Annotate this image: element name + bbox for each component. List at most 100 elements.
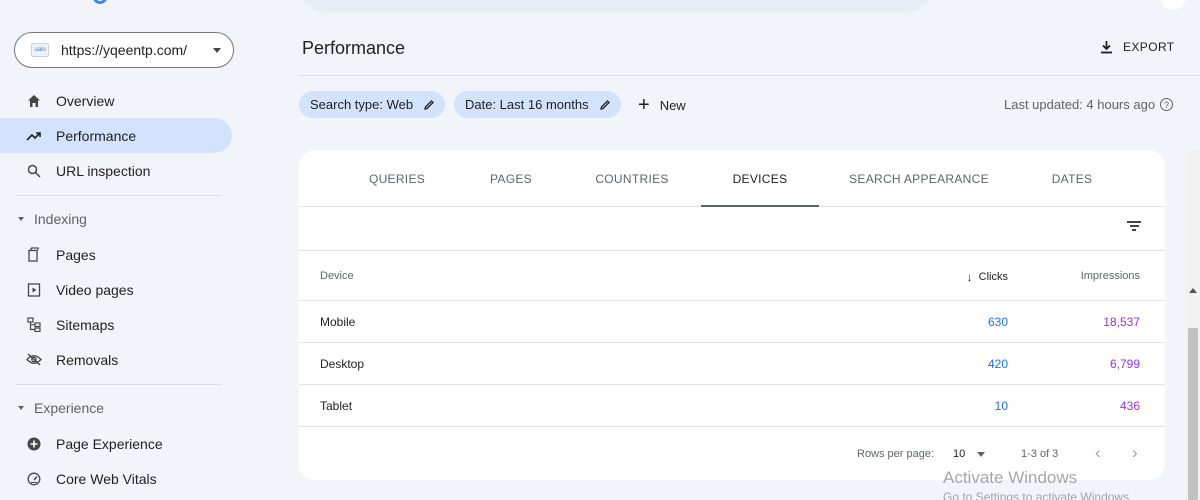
column-device[interactable]: Device (320, 270, 354, 282)
table-row[interactable]: Desktop 420 6,799 (299, 343, 1165, 385)
column-clicks[interactable]: ↓ Clicks (967, 270, 1008, 284)
tab-pages[interactable]: PAGES (451, 150, 571, 207)
dropdown-arrow-icon (977, 451, 986, 457)
sitemap-icon (26, 317, 42, 333)
clicks-cell: 10 (994, 399, 1008, 413)
column-impressions[interactable]: Impressions (1081, 270, 1140, 282)
tab-search-appearance[interactable]: SEARCH APPEARANCE (839, 150, 999, 207)
sort-descending-icon: ↓ (966, 270, 973, 284)
download-icon (1100, 40, 1113, 54)
edit-icon (423, 99, 435, 111)
sidebar-divider (16, 384, 222, 385)
sidebar-item-label: Pages (56, 246, 96, 263)
sidebar-item-sitemaps[interactable]: Sitemaps (0, 307, 232, 342)
windows-activation-watermark: Activate Windows Go to Settings to activ… (943, 468, 1132, 500)
sidebar-item-label: URL inspection (56, 162, 151, 179)
rows-per-page-value: 10 (953, 448, 966, 460)
date-filter-chip[interactable]: Date: Last 16 months (454, 91, 621, 118)
rows-per-page-label: Rows per page: (857, 448, 935, 460)
chip-label: Search type: Web (310, 97, 414, 112)
sidebar-item-page-experience[interactable]: Page Experience (0, 426, 232, 461)
section-label: Indexing (34, 211, 87, 227)
chip-label: Date: Last 16 months (465, 97, 589, 112)
edit-icon (599, 99, 611, 111)
next-page-icon[interactable]: › (1132, 443, 1138, 463)
tab-queries[interactable]: QUERIES (327, 150, 467, 207)
help-icon[interactable]: ? (1160, 98, 1174, 111)
visibility-off-icon (26, 352, 42, 368)
collapse-arrow-icon (18, 217, 24, 221)
page-title: Performance (302, 38, 406, 58)
page-range: 1-3 of 3 (1021, 448, 1059, 460)
watermark-subtitle: Go to Settings to activate Windows. (943, 490, 1133, 500)
rows-per-page-select[interactable]: 10 (953, 448, 986, 460)
pagination: Rows per page: 10 1-3 of 3 ‹ › (299, 438, 1165, 468)
page-scrollbar[interactable] (1186, 150, 1200, 500)
collapse-arrow-icon (18, 406, 24, 410)
sidebar-item-pages[interactable]: Pages (0, 237, 232, 272)
column-label: Clicks (978, 271, 1008, 283)
sidebar-item-label: Performance (56, 127, 137, 144)
impressions-cell: 18,537 (1103, 315, 1140, 329)
sidebar-item-removals[interactable]: Removals (0, 342, 232, 377)
scroll-up-icon[interactable] (1189, 288, 1197, 293)
table-row[interactable]: Mobile 630 18,537 (299, 301, 1165, 343)
last-updated-status: Last updated: 4 hours ago ? (1004, 97, 1174, 112)
sidebar-item-label: Core Web Vitals (56, 470, 157, 487)
account-avatar[interactable] (1160, 0, 1186, 10)
watermark-title: Activate Windows (943, 468, 1078, 487)
new-label: New (659, 97, 686, 113)
sidebar-item-label: Video pages (56, 281, 134, 298)
tab-devices[interactable]: DEVICES (701, 150, 819, 207)
property-favicon: ualo (31, 43, 49, 57)
report-card: QUERIES PAGES COUNTRIES DEVICES SEARCH A… (299, 150, 1165, 480)
sidebar-item-label: Page Experience (56, 435, 163, 452)
filter-list-icon[interactable] (1127, 219, 1141, 231)
dimension-tabs: QUERIES PAGES COUNTRIES DEVICES SEARCH A… (299, 150, 1165, 207)
sidebar-item-url-inspection[interactable]: URL inspection (0, 153, 232, 188)
header-divider (298, 75, 1200, 76)
tab-dates[interactable]: DATES (1012, 150, 1132, 207)
device-cell: Tablet (320, 399, 353, 413)
tab-countries[interactable]: COUNTRIES (572, 150, 692, 207)
table-row[interactable]: Tablet 10 436 (299, 385, 1165, 427)
home-icon (26, 93, 42, 109)
sidebar-item-label: Removals (56, 351, 119, 368)
search-type-filter-chip[interactable]: Search type: Web (299, 91, 446, 118)
sidebar-item-performance[interactable]: Performance (0, 118, 232, 153)
sidebar-item-core-web-vitals[interactable]: Core Web Vitals (0, 461, 232, 496)
plus-icon: + (638, 94, 650, 116)
page-experience-icon (26, 436, 42, 452)
video-page-icon (26, 282, 42, 298)
export-label: EXPORT (1123, 40, 1175, 54)
sidebar-item-label: Sitemaps (56, 316, 115, 333)
section-label: Experience (34, 400, 105, 416)
new-filter-button[interactable]: + New (638, 95, 686, 115)
impressions-cell: 436 (1119, 399, 1140, 413)
export-button[interactable]: EXPORT (1100, 40, 1175, 54)
property-url: https://yqeentp.com/ (61, 42, 188, 58)
sidebar-item-label: Overview (56, 92, 115, 109)
sidebar-divider (16, 195, 222, 196)
clicks-cell: 630 (987, 315, 1008, 329)
impressions-cell: 6,799 (1109, 357, 1140, 371)
section-experience[interactable]: Experience (18, 400, 104, 416)
search-bar[interactable] (298, 0, 934, 12)
trending-up-icon (26, 128, 42, 144)
search-icon (26, 163, 42, 179)
device-cell: Desktop (320, 357, 365, 371)
clicks-cell: 420 (987, 357, 1008, 371)
property-selector[interactable]: ualo https://yqeentp.com/ (14, 32, 234, 68)
previous-page-icon[interactable]: ‹ (1095, 443, 1101, 463)
section-indexing[interactable]: Indexing (18, 211, 87, 227)
sidebar: ualo https://yqeentp.com/ Overview Perfo… (0, 0, 240, 500)
dropdown-arrow-icon (213, 47, 221, 53)
table-header: Device ↓ Clicks Impressions (299, 251, 1165, 301)
sidebar-item-overview[interactable]: Overview (0, 83, 232, 118)
sidebar-item-video-pages[interactable]: Video pages (0, 272, 232, 307)
last-updated-text: Last updated: 4 hours ago (1004, 97, 1156, 112)
device-cell: Mobile (320, 315, 356, 329)
pages-icon (26, 247, 42, 263)
scrollbar-thumb[interactable] (1188, 328, 1198, 500)
speed-gauge-icon (26, 471, 42, 487)
